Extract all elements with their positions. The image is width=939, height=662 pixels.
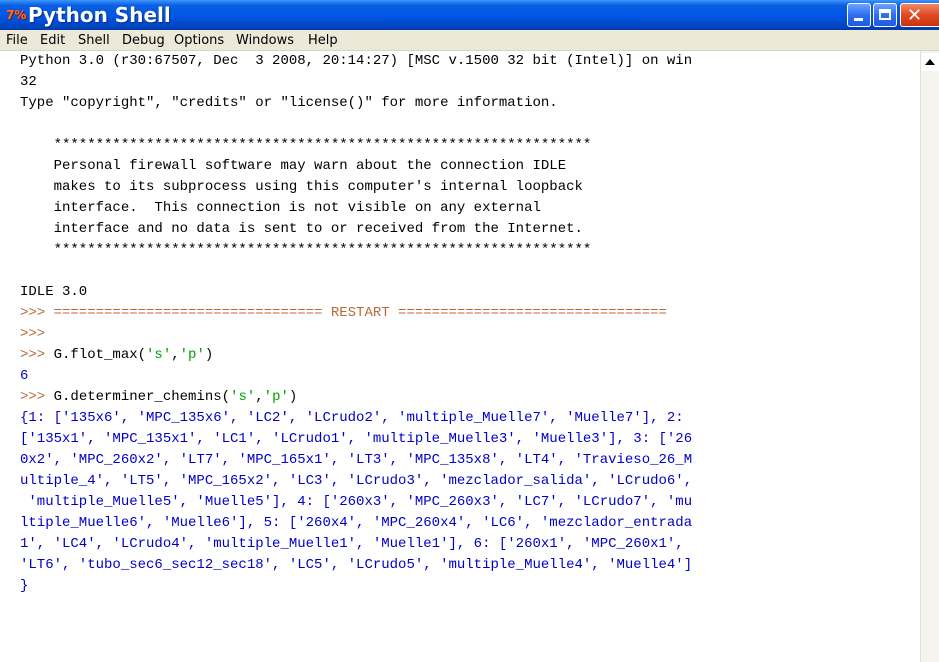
shell-text-segment: , (171, 347, 180, 363)
shell-text-segment: 0x2', 'MPC_260x2', 'LT7', 'MPC_165x1', '… (20, 452, 693, 468)
shell-line: {1: ['135x6', 'MPC_135x6', 'LC2', 'LCrud… (20, 408, 684, 429)
menu-shell[interactable]: Shell (78, 32, 110, 49)
shell-line: makes to its subprocess using this compu… (20, 177, 583, 198)
shell-line: ltiple_Muelle6', 'Muelle6'], 5: ['260x4'… (20, 513, 692, 534)
idle-app-icon: 7% (6, 8, 27, 22)
shell-text-segment: ) (204, 347, 214, 363)
arrow-up-icon (925, 59, 935, 65)
python-shell-window: 7% Python Shell ✕ File Edit Shell Debug … (0, 0, 939, 662)
menu-bar: File Edit Shell Debug Options Windows He… (0, 30, 939, 51)
shell-text-segment: IDLE 3.0 (20, 284, 88, 300)
shell-text-segment: makes to its subprocess using this compu… (20, 179, 583, 195)
shell-line: Type "copyright", "credits" or "license(… (20, 93, 558, 114)
shell-text-segment: 's' (230, 389, 256, 405)
shell-text-segment: ) (288, 389, 298, 405)
shell-text-segment: ['135x1', 'MPC_135x1', 'LC1', 'LCrudo1',… (20, 431, 693, 447)
shell-text-segment: ****************************************… (20, 242, 592, 258)
shell-text-segment: ****************************************… (20, 137, 592, 153)
menu-help[interactable]: Help (308, 32, 338, 49)
shell-text-segment: >>> ================================ RES… (20, 305, 667, 321)
shell-text-segment: G.flot_max( (53, 347, 147, 363)
shell-text-segment: >>> (20, 347, 54, 363)
close-button[interactable]: ✕ (900, 3, 939, 27)
shell-line: ****************************************… (20, 240, 592, 261)
shell-line: >>> G.flot_max('s','p') (20, 345, 213, 366)
shell-text-segment: Personal firewall software may warn abou… (20, 158, 567, 174)
shell-line: } (20, 576, 28, 597)
shell-text-segment: >>> (20, 389, 54, 405)
shell-line: >>> ================================ RES… (20, 303, 667, 324)
menu-windows[interactable]: Windows (236, 32, 294, 49)
menu-options[interactable]: Options (174, 32, 224, 49)
shell-text-segment: 1', 'LC4', 'LCrudo4', 'multiple_Muelle1'… (20, 536, 684, 552)
shell-text-segment: 'p' (179, 347, 205, 363)
shell-line: ultiple_4', 'LT5', 'MPC_165x2', 'LC3', '… (20, 471, 692, 492)
shell-line: Python 3.0 (r30:67507, Dec 3 2008, 20:14… (20, 51, 692, 72)
shell-text-segment: interface. This connection is not visibl… (20, 200, 541, 216)
shell-text-segment: >>> (20, 326, 54, 342)
shell-text-segment: 'multiple_Muelle5', 'Muelle5'], 4: ['260… (20, 494, 693, 510)
shell-text-area[interactable]: Python 3.0 (r30:67507, Dec 3 2008, 20:14… (4, 51, 920, 662)
menu-debug[interactable]: Debug (122, 32, 165, 49)
title-bar[interactable]: 7% Python Shell ✕ (0, 0, 939, 30)
shell-text-segment: {1: ['135x6', 'MPC_135x6', 'LC2', 'LCrud… (20, 410, 684, 426)
shell-line: ****************************************… (20, 135, 592, 156)
shell-text-segment: interface and no data is sent to or rece… (20, 221, 583, 237)
shell-line: >>> G.determiner_chemins('s','p') (20, 387, 297, 408)
vertical-scrollbar[interactable] (920, 51, 939, 662)
shell-line: >>> (20, 324, 54, 345)
window-title: Python Shell (28, 3, 171, 27)
shell-text-segment: G.determiner_chemins( (53, 389, 231, 405)
shell-line: 0x2', 'MPC_260x2', 'LT7', 'MPC_165x1', '… (20, 450, 692, 471)
shell-text-segment: 6 (20, 368, 29, 384)
shell-text-segment: 's' (146, 347, 172, 363)
scroll-up-button[interactable] (921, 53, 939, 71)
shell-line: interface. This connection is not visibl… (20, 198, 541, 219)
shell-line: 6 (20, 366, 28, 387)
shell-line: 'multiple_Muelle5', 'Muelle5'], 4: ['260… (20, 492, 692, 513)
shell-text-segment: } (20, 578, 29, 594)
minimize-button[interactable] (847, 3, 871, 27)
shell-line: Personal firewall software may warn abou… (20, 156, 567, 177)
shell-text-segment: ltiple_Muelle6', 'Muelle6'], 5: ['260x4'… (20, 515, 693, 531)
shell-line: 32 (20, 72, 37, 93)
shell-line: interface and no data is sent to or rece… (20, 219, 583, 240)
close-icon: ✕ (907, 5, 923, 26)
shell-text-segment: ultiple_4', 'LT5', 'MPC_165x2', 'LC3', '… (20, 473, 693, 489)
shell-line: ['135x1', 'MPC_135x1', 'LC1', 'LCrudo1',… (20, 429, 692, 450)
shell-line: 'LT6', 'tubo_sec6_sec12_sec18', 'LC5', '… (20, 555, 692, 576)
minimize-icon (854, 18, 863, 21)
shell-text-segment: 'p' (263, 389, 289, 405)
shell-text-segment: 32 (20, 74, 37, 90)
menu-edit[interactable]: Edit (40, 32, 65, 49)
shell-text-segment: 'LT6', 'tubo_sec6_sec12_sec18', 'LC5', '… (20, 557, 693, 573)
shell-text-segment: Python 3.0 (r30:67507, Dec 3 2008, 20:14… (20, 53, 693, 69)
shell-line: IDLE 3.0 (20, 282, 87, 303)
menu-file[interactable]: File (6, 32, 28, 49)
shell-line: 1', 'LC4', 'LCrudo4', 'multiple_Muelle1'… (20, 534, 684, 555)
maximize-icon (879, 9, 891, 20)
maximize-button[interactable] (873, 3, 897, 27)
shell-text-segment: , (255, 389, 264, 405)
shell-text-segment: Type "copyright", "credits" or "license(… (20, 95, 558, 111)
